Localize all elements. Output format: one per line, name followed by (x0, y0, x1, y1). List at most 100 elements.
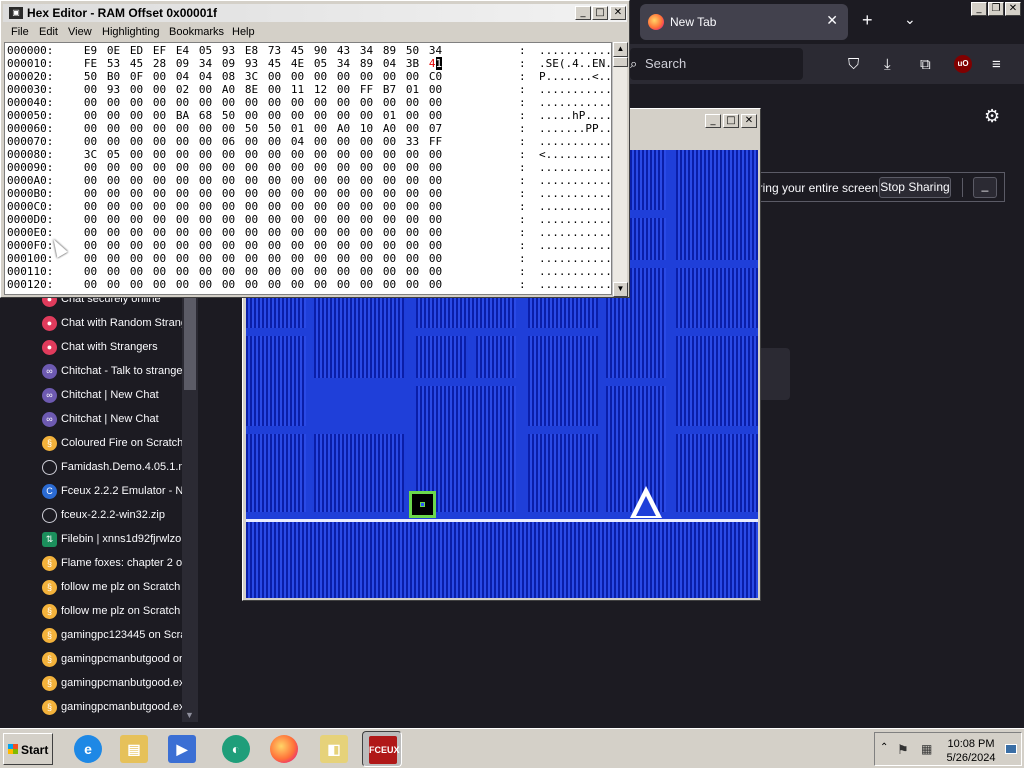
hex-byte[interactable]: 00 (286, 252, 309, 265)
hex-byte[interactable]: 00 (309, 200, 332, 213)
history-item[interactable]: § follow me plz on Scratch (42, 576, 192, 600)
hex-byte[interactable]: 00 (217, 174, 240, 187)
hex-byte[interactable]: 00 (125, 161, 148, 174)
hex-byte[interactable]: 00 (263, 187, 286, 200)
hex-byte[interactable]: 00 (263, 135, 286, 148)
hex-byte[interactable]: 00 (378, 70, 401, 83)
hex-byte[interactable]: 00 (240, 148, 263, 161)
hex-ascii[interactable]: ................ (539, 265, 611, 278)
hex-byte[interactable]: 00 (378, 213, 401, 226)
hex-byte[interactable]: 00 (125, 187, 148, 200)
hex-byte[interactable]: 00 (194, 174, 217, 187)
hex-byte[interactable]: 00 (171, 148, 194, 161)
hex-byte[interactable]: 00 (125, 278, 148, 291)
hex-ascii[interactable]: ................ (539, 161, 611, 174)
hex-byte[interactable]: 00 (378, 161, 401, 174)
hex-byte[interactable]: 00 (309, 109, 332, 122)
hex-byte[interactable]: 00 (79, 96, 102, 109)
hex-byte[interactable]: 00 (355, 174, 378, 187)
hex-byte[interactable]: 00 (332, 278, 355, 291)
hex-byte[interactable]: 00 (194, 200, 217, 213)
action-center-flag-icon[interactable]: ⚑ (897, 742, 909, 758)
hex-byte[interactable]: 00 (355, 278, 378, 291)
hex-byte[interactable]: 00 (171, 174, 194, 187)
hex-byte[interactable]: 00 (332, 148, 355, 161)
scroll-up-icon[interactable]: ▲ (613, 42, 628, 57)
hex-byte[interactable]: 45 (263, 57, 286, 70)
hex-byte[interactable]: 00 (263, 213, 286, 226)
hex-byte[interactable]: 00 (309, 213, 332, 226)
hex-byte[interactable]: 00 (332, 239, 355, 252)
hex-byte[interactable]: 00 (125, 109, 148, 122)
hex-byte[interactable]: 00 (194, 148, 217, 161)
internet-explorer-icon[interactable]: e (68, 731, 108, 767)
menu-file[interactable]: File (11, 26, 29, 38)
hex-byte[interactable]: 00 (424, 213, 447, 226)
hex-byte[interactable]: 00 (309, 187, 332, 200)
hex-scrollbar[interactable]: ▲ ▼ (612, 42, 628, 297)
hex-byte[interactable]: 00 (309, 161, 332, 174)
hex-byte[interactable]: 00 (332, 135, 355, 148)
hex-byte[interactable]: BA (171, 109, 194, 122)
hex-byte[interactable]: 00 (286, 265, 309, 278)
hex-byte[interactable]: 00 (424, 83, 447, 96)
hex-byte[interactable]: 00 (263, 278, 286, 291)
hex-byte[interactable]: 00 (286, 239, 309, 252)
hex-byte[interactable]: EF (148, 44, 171, 57)
hex-byte[interactable]: 00 (171, 161, 194, 174)
hex-byte[interactable]: 00 (148, 70, 171, 83)
hex-byte[interactable]: 00 (401, 213, 424, 226)
hex-byte[interactable]: 05 (102, 148, 125, 161)
hex-byte[interactable]: 00 (424, 187, 447, 200)
hex-byte[interactable]: 00 (401, 278, 424, 291)
hex-byte[interactable]: 00 (378, 252, 401, 265)
hex-byte[interactable]: 00 (125, 265, 148, 278)
hex-byte[interactable]: 00 (401, 226, 424, 239)
hex-byte[interactable]: 00 (102, 200, 125, 213)
hex-byte[interactable]: 00 (240, 278, 263, 291)
hex-byte[interactable]: 00 (171, 239, 194, 252)
hex-byte[interactable]: 00 (102, 278, 125, 291)
hex-byte[interactable]: 00 (309, 122, 332, 135)
hex-byte[interactable]: 00 (171, 122, 194, 135)
hex-byte[interactable]: 00 (355, 70, 378, 83)
extensions-icon[interactable]: ⧉ (920, 56, 931, 73)
hex-byte[interactable]: 00 (401, 161, 424, 174)
hex-ascii[interactable]: <............... (539, 148, 611, 161)
hex-byte[interactable]: 00 (194, 96, 217, 109)
hex-byte[interactable]: 00 (171, 200, 194, 213)
hex-byte[interactable]: C0 (424, 70, 447, 83)
hex-byte[interactable]: 0F (125, 70, 148, 83)
hex-byte[interactable]: 00 (355, 96, 378, 109)
firefox-icon[interactable] (264, 731, 304, 767)
hex-byte[interactable]: 00 (263, 109, 286, 122)
hex-byte[interactable]: 00 (263, 96, 286, 109)
hex-byte[interactable]: A0 (378, 122, 401, 135)
hex-byte[interactable]: 06 (217, 135, 240, 148)
hex-byte[interactable]: 00 (217, 96, 240, 109)
hex-bytes[interactable]: 00 00 00 00 00 00 00 00 00 00 00 00 00 00 00 00 (79, 187, 447, 200)
hex-byte[interactable]: 50 (401, 44, 424, 57)
history-item[interactable]: fceux-2.2.2-win32.zip (42, 504, 192, 528)
history-item[interactable]: § Coloured Fire on Scratch (42, 432, 192, 456)
hex-byte[interactable]: 00 (263, 148, 286, 161)
hex-byte[interactable]: 00 (332, 83, 355, 96)
hex-bytes[interactable]: FE 53 45 28 09 34 09 93 45 4E 05 34 89 04 3B 41 (79, 57, 447, 70)
scroll-down-icon[interactable]: ▼ (613, 282, 628, 297)
minimize-indicator-button[interactable]: _ (973, 177, 997, 198)
hex-byte[interactable]: 00 (102, 187, 125, 200)
menu-edit[interactable]: Edit (39, 26, 58, 38)
hex-byte[interactable]: 00 (240, 161, 263, 174)
hex-byte[interactable]: B0 (102, 70, 125, 83)
hex-byte[interactable]: 3C (79, 148, 102, 161)
hex-byte[interactable]: 00 (378, 148, 401, 161)
hex-byte[interactable]: 00 (286, 213, 309, 226)
hex-byte[interactable]: 01 (378, 109, 401, 122)
hex-byte[interactable]: 50 (217, 109, 240, 122)
show-desktop-icon[interactable] (1005, 744, 1017, 754)
hex-byte[interactable]: 00 (401, 109, 424, 122)
hex-byte[interactable]: 00 (79, 83, 102, 96)
hex-byte[interactable]: 00 (217, 226, 240, 239)
hex-byte[interactable]: 05 (194, 44, 217, 57)
hex-byte[interactable]: 00 (125, 174, 148, 187)
